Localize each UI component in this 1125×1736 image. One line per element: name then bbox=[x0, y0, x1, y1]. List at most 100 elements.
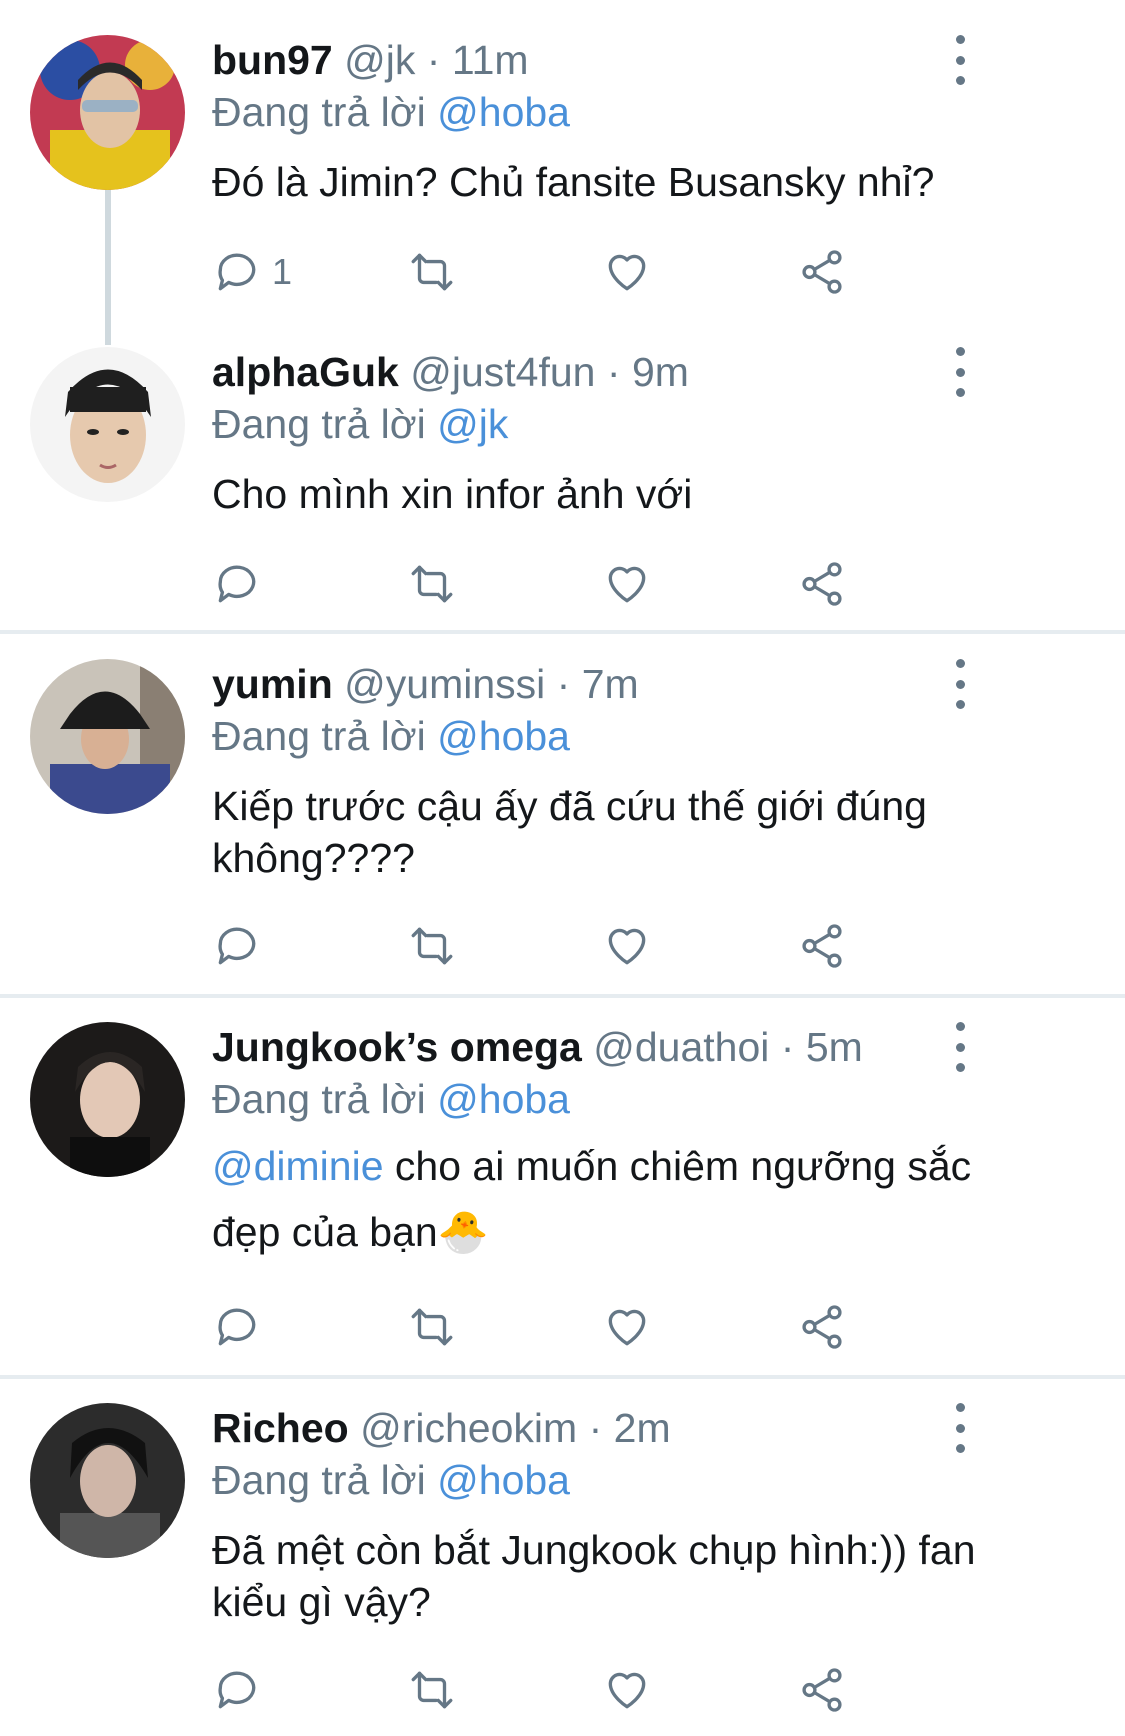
user-handle[interactable]: @jk bbox=[344, 37, 415, 83]
like-button[interactable] bbox=[602, 1662, 652, 1718]
separator: · bbox=[426, 37, 441, 83]
tweet-header: Richeo @richeokim · 2m bbox=[212, 1398, 671, 1458]
body-mention-link[interactable]: @diminie bbox=[212, 1143, 384, 1189]
share-button[interactable] bbox=[797, 1662, 847, 1718]
retweet-icon bbox=[411, 565, 453, 603]
tweet[interactable]: yumin @yuminssi · 7m Đang trả lời @hoba … bbox=[0, 624, 1125, 994]
share-icon bbox=[802, 1305, 842, 1349]
tweet-header: Jungkook’s omega @duathoi · 5m bbox=[212, 1017, 863, 1077]
like-button[interactable] bbox=[602, 244, 652, 300]
more-vertical-icon[interactable] bbox=[945, 347, 975, 397]
reply-button[interactable]: 1 bbox=[212, 244, 292, 300]
display-name[interactable]: Richeo bbox=[212, 1405, 349, 1451]
retweet-button[interactable] bbox=[407, 1662, 457, 1718]
reply-count: 1 bbox=[272, 251, 293, 292]
reply-button[interactable] bbox=[212, 556, 272, 612]
share-button[interactable] bbox=[797, 918, 847, 974]
reply-icon bbox=[218, 565, 256, 603]
display-name[interactable]: Jungkook’s omega bbox=[212, 1024, 582, 1070]
user-handle[interactable]: @just4fun bbox=[410, 349, 595, 395]
timestamp[interactable]: 9m bbox=[632, 349, 689, 395]
retweet-icon bbox=[411, 1671, 453, 1709]
tweet[interactable]: bun97 @jk · 11m Đang trả lời @hoba Đó là… bbox=[0, 0, 1125, 345]
share-button[interactable] bbox=[797, 244, 847, 300]
action-bar bbox=[212, 1299, 912, 1355]
separator: · bbox=[556, 661, 571, 707]
share-icon bbox=[802, 250, 842, 294]
share-button[interactable] bbox=[797, 1299, 847, 1355]
share-icon bbox=[802, 1668, 842, 1712]
reply-button[interactable] bbox=[212, 918, 272, 974]
more-vertical-icon[interactable] bbox=[945, 1022, 975, 1072]
action-bar bbox=[212, 1662, 912, 1718]
reply-icon bbox=[218, 253, 256, 291]
avatar[interactable] bbox=[30, 347, 185, 502]
like-button[interactable] bbox=[602, 918, 652, 974]
reply-icon bbox=[218, 927, 256, 965]
user-handle[interactable]: @richeokim bbox=[360, 1405, 577, 1451]
more-vertical-icon[interactable] bbox=[945, 1403, 975, 1453]
more-vertical-icon[interactable] bbox=[945, 659, 975, 709]
separator: · bbox=[588, 1405, 603, 1451]
more-vertical-icon[interactable] bbox=[945, 35, 975, 85]
display-name[interactable]: alphaGuk bbox=[212, 349, 399, 395]
replying-to: Đang trả lời @hoba bbox=[212, 1452, 570, 1508]
retweet-icon bbox=[411, 253, 453, 291]
retweet-button[interactable] bbox=[407, 918, 457, 974]
retweet-icon bbox=[411, 1308, 453, 1346]
tweet-header: yumin @yuminssi · 7m bbox=[212, 654, 639, 714]
display-name[interactable]: bun97 bbox=[212, 37, 333, 83]
tweet-header: bun97 @jk · 11m bbox=[212, 30, 529, 90]
avatar[interactable] bbox=[30, 35, 185, 190]
separator: · bbox=[780, 1024, 795, 1070]
reply-mention-link[interactable]: @jk bbox=[437, 401, 508, 447]
retweet-button[interactable] bbox=[407, 556, 457, 612]
timestamp[interactable]: 11m bbox=[452, 37, 529, 83]
reply-icon bbox=[218, 1671, 256, 1709]
avatar[interactable] bbox=[30, 1022, 185, 1177]
replying-to-label: Đang trả lời bbox=[212, 401, 426, 447]
share-icon bbox=[802, 924, 842, 968]
timestamp[interactable]: 2m bbox=[614, 1405, 671, 1451]
replying-to-label: Đang trả lời bbox=[212, 713, 426, 759]
tweet-header: alphaGuk @just4fun · 9m bbox=[212, 342, 689, 402]
user-handle[interactable]: @yuminssi bbox=[344, 661, 545, 707]
replying-to-label: Đang trả lời bbox=[212, 1457, 426, 1503]
tweet[interactable]: alphaGuk @just4fun · 9m Đang trả lời @jk… bbox=[0, 312, 1125, 630]
user-handle[interactable]: @duathoi bbox=[593, 1024, 769, 1070]
reply-mention-link[interactable]: @hoba bbox=[437, 1457, 570, 1503]
tweet[interactable]: Jungkook’s omega @duathoi · 5m Đang trả … bbox=[0, 987, 1125, 1377]
display-name[interactable]: yumin bbox=[212, 661, 333, 707]
reply-icon bbox=[218, 1308, 256, 1346]
avatar[interactable] bbox=[30, 659, 185, 814]
heart-icon bbox=[608, 1309, 646, 1346]
replying-to: Đang trả lời @jk bbox=[212, 396, 508, 452]
heart-icon bbox=[608, 1672, 646, 1709]
reply-mention-link[interactable]: @hoba bbox=[437, 713, 570, 759]
timestamp[interactable]: 7m bbox=[582, 661, 639, 707]
timestamp[interactable]: 5m bbox=[806, 1024, 863, 1070]
replying-to: Đang trả lời @hoba bbox=[212, 708, 570, 764]
retweet-button[interactable] bbox=[407, 1299, 457, 1355]
avatar[interactable] bbox=[30, 1403, 185, 1558]
share-button[interactable] bbox=[797, 556, 847, 612]
heart-icon bbox=[608, 928, 646, 965]
tweet-text: Đã mệt còn bắt Jungkook chụp hình:)) fan… bbox=[212, 1527, 976, 1625]
share-icon bbox=[802, 562, 842, 606]
replying-to: Đang trả lời @hoba bbox=[212, 84, 570, 140]
reply-button[interactable] bbox=[212, 1662, 272, 1718]
heart-icon bbox=[608, 254, 646, 291]
action-bar bbox=[212, 918, 912, 974]
tweet[interactable]: Richeo @richeokim · 2m Đang trả lời @hob… bbox=[0, 1368, 1125, 1736]
reply-button[interactable] bbox=[212, 1299, 272, 1355]
replying-to-label: Đang trả lời bbox=[212, 89, 426, 135]
like-button[interactable] bbox=[602, 1299, 652, 1355]
reply-mention-link[interactable]: @hoba bbox=[437, 1076, 570, 1122]
retweet-icon bbox=[411, 927, 453, 965]
like-button[interactable] bbox=[602, 556, 652, 612]
reply-mention-link[interactable]: @hoba bbox=[437, 89, 570, 135]
tweet-text: Cho mình xin infor ảnh với bbox=[212, 471, 693, 517]
tweet-text: @diminie cho ai muốn chiêm ngưỡng sắc đẹ… bbox=[212, 1133, 1032, 1265]
heart-icon bbox=[608, 566, 646, 603]
retweet-button[interactable] bbox=[407, 244, 457, 300]
